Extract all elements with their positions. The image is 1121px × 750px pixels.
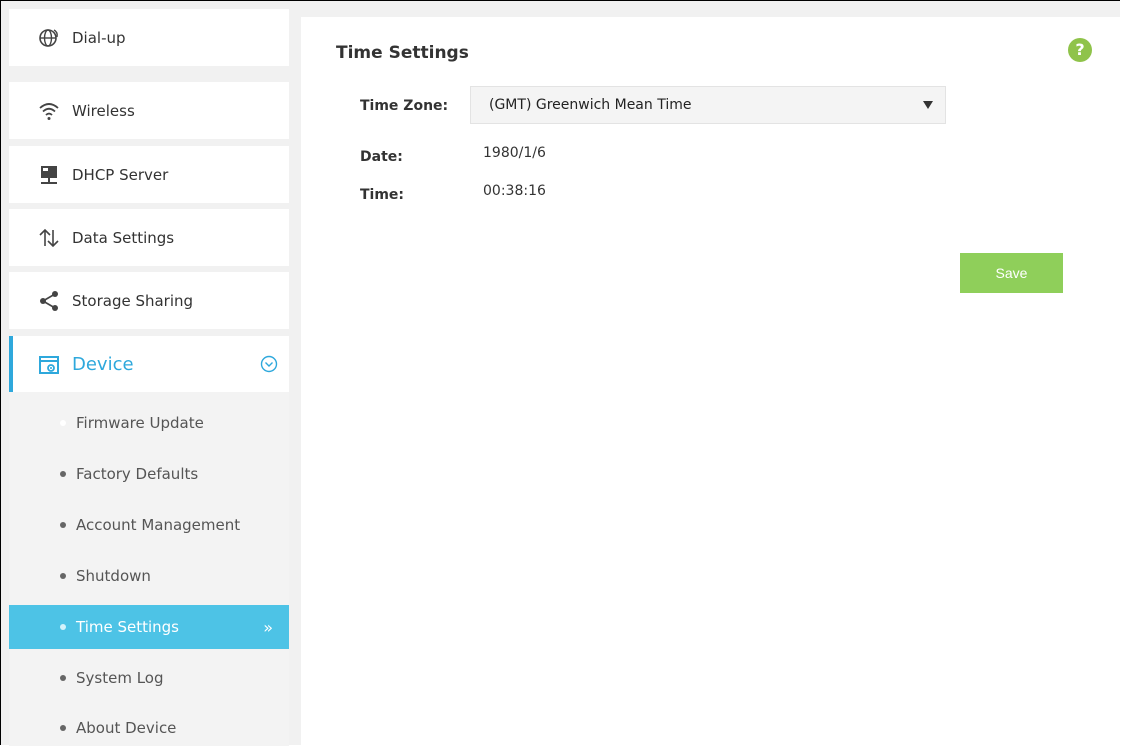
sidebar-item-label: Dial-up: [72, 28, 126, 47]
bullet-icon: [60, 675, 66, 681]
sidebar-item-data-settings[interactable]: Data Settings: [9, 209, 289, 266]
device-settings-icon: [38, 354, 60, 376]
bullet-icon: [60, 522, 66, 528]
sidebar-item-label: Data Settings: [72, 228, 175, 247]
sidebar-item-label: Device: [72, 354, 134, 375]
arrows-updown-icon: [38, 227, 60, 249]
submenu-item-time-settings[interactable]: Time Settings »: [9, 605, 289, 649]
page-title: Time Settings: [336, 43, 469, 63]
wifi-icon: [38, 100, 60, 122]
sidebar-item-wireless[interactable]: Wireless: [9, 82, 289, 139]
submenu-item-shutdown[interactable]: Shutdown: [9, 554, 289, 598]
main-panel: Time Settings ? Time Zone: (GMT) Greenwi…: [301, 17, 1121, 746]
submenu-item-factory-defaults[interactable]: Factory Defaults: [9, 452, 289, 496]
sidebar-item-device[interactable]: Device: [9, 336, 289, 393]
sidebar-item-storage-sharing[interactable]: Storage Sharing: [9, 272, 289, 329]
sidebar: Dial-up Wireless DHCP Server Data Settin…: [9, 9, 289, 746]
time-zone-select[interactable]: (GMT) Greenwich Mean Time: [470, 86, 946, 124]
share-icon: [38, 290, 60, 312]
submenu-item-about-device[interactable]: About Device: [9, 706, 289, 750]
sidebar-item-dhcp-server[interactable]: DHCP Server: [9, 146, 289, 203]
sidebar-item-label: Wireless: [72, 101, 135, 120]
bullet-icon: [60, 573, 66, 579]
time-zone-label: Time Zone:: [360, 98, 449, 114]
bullet-icon: [60, 471, 66, 477]
sidebar-item-dial-up[interactable]: Dial-up: [9, 9, 289, 66]
bullet-icon: [60, 420, 66, 426]
chevron-down-icon[interactable]: [260, 355, 278, 373]
save-button[interactable]: Save: [960, 253, 1063, 293]
date-label: Date:: [360, 149, 403, 165]
time-zone-value: (GMT) Greenwich Mean Time: [489, 97, 692, 113]
submenu-item-label: Firmware Update: [76, 414, 204, 432]
sidebar-item-label: DHCP Server: [72, 165, 169, 184]
submenu-item-label: Factory Defaults: [76, 465, 199, 483]
submenu-item-label: Time Settings: [76, 618, 180, 636]
submenu-item-label: About Device: [76, 719, 177, 737]
submenu-item-system-log[interactable]: System Log: [9, 656, 289, 700]
help-icon[interactable]: ?: [1068, 38, 1092, 62]
submenu-item-firmware-update[interactable]: Firmware Update: [9, 401, 289, 445]
sidebar-item-label: Storage Sharing: [72, 291, 194, 310]
submenu-item-label: System Log: [76, 669, 164, 687]
submenu-item-account-management[interactable]: Account Management: [9, 503, 289, 547]
submenu-item-label: Account Management: [76, 516, 241, 534]
globe-icon: [38, 27, 60, 49]
double-chevron-right-icon: »: [263, 618, 273, 637]
time-label: Time:: [360, 187, 405, 203]
submenu-item-label: Shutdown: [76, 567, 151, 585]
time-value: 00:38:16: [483, 183, 546, 199]
bullet-icon: [60, 725, 66, 731]
dropdown-arrow-icon: [923, 101, 933, 109]
server-icon: [38, 164, 60, 186]
bullet-icon: [60, 624, 66, 630]
date-value: 1980/1/6: [483, 145, 546, 161]
device-submenu: Firmware Update Factory Defaults Account…: [9, 392, 289, 746]
